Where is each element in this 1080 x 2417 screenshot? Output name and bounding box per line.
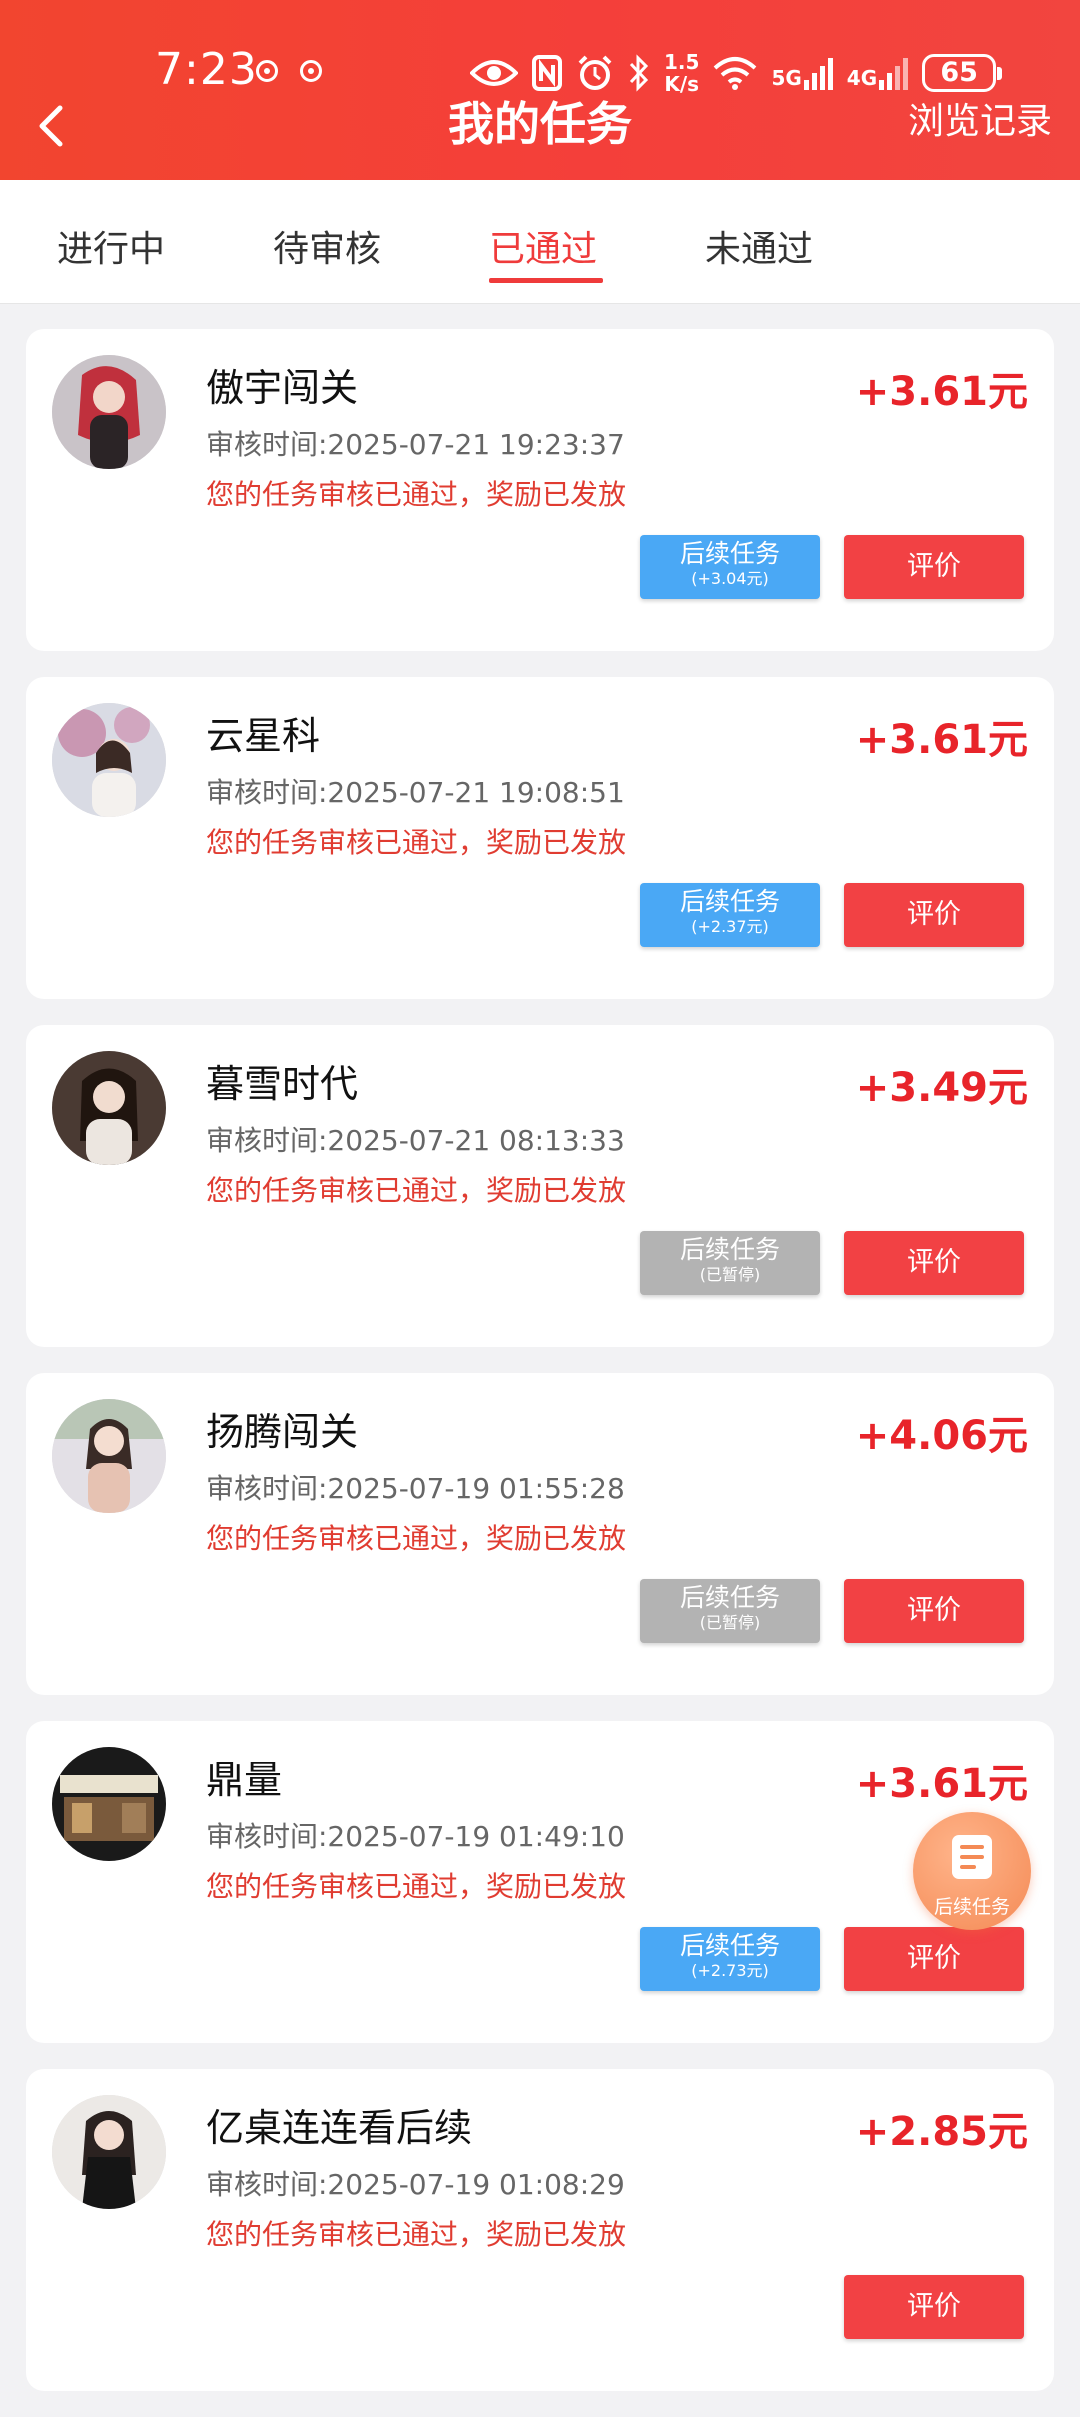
reward-amount: +3.61元 — [855, 717, 1028, 763]
floating-button-label: 后续任务 — [933, 1896, 1010, 1918]
task-card: 亿桌连连看后续 审核时间:2025-07-19 01:08:29 您的任务审核已… — [26, 2069, 1054, 2391]
review-time: 审核时间:2025-07-19 01:55:28 — [206, 1472, 625, 1505]
rate-button[interactable]: 评价 — [844, 2275, 1024, 2339]
task-card: 鼎量 审核时间:2025-07-19 01:49:10 您的任务审核已通过，奖励… — [26, 1721, 1054, 2043]
reward-amount: +3.49元 — [855, 1065, 1028, 1111]
task-name: 亿桌连连看后续 — [206, 2106, 473, 2150]
status-message: 您的任务审核已通过，奖励已发放 — [206, 826, 627, 859]
tab-approved[interactable]: 已通过 — [489, 220, 597, 272]
task-card: 暮雪时代 审核时间:2025-07-21 08:13:33 您的任务审核已通过，… — [26, 1025, 1054, 1347]
floating-follow-up-task-button[interactable]: 后续任务 — [913, 1812, 1031, 1930]
task-name: 云星科 — [206, 714, 321, 758]
task-name: 扬腾闯关 — [206, 1410, 359, 1454]
status-message: 您的任务审核已通过，奖励已发放 — [206, 478, 627, 511]
status-message: 您的任务审核已通过，奖励已发放 — [206, 1870, 627, 1903]
reward-amount: +3.61元 — [855, 1761, 1028, 1807]
follow-up-task-button[interactable]: 后续任务 (已暂停) — [640, 1231, 820, 1295]
avatar — [52, 1051, 166, 1165]
follow-up-task-button[interactable]: 后续任务 (+2.37元) — [640, 883, 820, 947]
avatar — [52, 1399, 166, 1513]
avatar — [52, 1747, 166, 1861]
review-time: 审核时间:2025-07-19 01:08:29 — [206, 2168, 625, 2201]
reward-amount: +4.06元 — [855, 1413, 1028, 1459]
status-message: 您的任务审核已通过，奖励已发放 — [206, 1522, 627, 1555]
tab-pending-review[interactable]: 待审核 — [273, 220, 381, 272]
rate-button[interactable]: 评价 — [844, 1579, 1024, 1643]
task-card: 云星科 审核时间:2025-07-21 19:08:51 您的任务审核已通过，奖… — [26, 677, 1054, 999]
avatar — [52, 2095, 166, 2209]
tab-in-progress[interactable]: 进行中 — [57, 220, 165, 272]
review-time: 审核时间:2025-07-21 08:13:33 — [206, 1124, 625, 1157]
tab-rejected[interactable]: 未通过 — [705, 220, 813, 272]
history-button[interactable]: 浏览记录 — [908, 92, 1052, 144]
rate-button[interactable]: 评价 — [844, 883, 1024, 947]
avatar — [52, 355, 166, 469]
rate-button[interactable]: 评价 — [844, 1231, 1024, 1295]
review-time: 审核时间:2025-07-21 19:08:51 — [206, 776, 625, 809]
reward-amount: +3.61元 — [855, 369, 1028, 415]
rate-button[interactable]: 评价 — [844, 1927, 1024, 1991]
review-time: 审核时间:2025-07-21 19:23:37 — [206, 428, 625, 461]
follow-up-task-button[interactable]: 后续任务 (已暂停) — [640, 1579, 820, 1643]
follow-up-task-button[interactable]: 后续任务 (+2.73元) — [640, 1927, 820, 1991]
task-list: 傲宇闯关 审核时间:2025-07-21 19:23:37 您的任务审核已通过，… — [26, 329, 1054, 2417]
tab-bar: 进行中 待审核 已通过 未通过 — [0, 180, 1080, 304]
task-name: 鼎量 — [206, 1758, 283, 1802]
follow-up-task-button[interactable]: 后续任务 (+3.04元) — [640, 535, 820, 599]
status-message: 您的任务审核已通过，奖励已发放 — [206, 1174, 627, 1207]
task-name: 暮雪时代 — [206, 1062, 359, 1106]
nav-bar: 我的任务 浏览记录 — [0, 78, 1080, 178]
avatar — [52, 703, 166, 817]
reward-amount: +2.85元 — [855, 2109, 1028, 2155]
app-header: 7:23 1.5 K/s 5G 4G 65 我的任务 浏览记录 — [0, 0, 1080, 180]
task-name: 傲宇闯关 — [206, 366, 359, 410]
document-icon — [952, 1835, 992, 1879]
task-card: 扬腾闯关 审核时间:2025-07-19 01:55:28 您的任务审核已通过，… — [26, 1373, 1054, 1695]
rate-button[interactable]: 评价 — [844, 535, 1024, 599]
task-card: 傲宇闯关 审核时间:2025-07-21 19:23:37 您的任务审核已通过，… — [26, 329, 1054, 651]
review-time: 审核时间:2025-07-19 01:49:10 — [206, 1820, 625, 1853]
status-message: 您的任务审核已通过，奖励已发放 — [206, 2218, 627, 2251]
tab-underline — [489, 278, 603, 283]
